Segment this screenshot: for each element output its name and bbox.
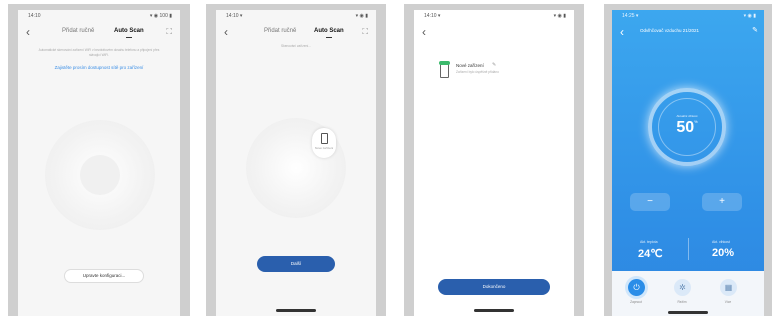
decrease-button[interactable]: − xyxy=(630,193,670,211)
back-icon[interactable]: ‹ xyxy=(26,24,30,40)
nav-bar: ‹ Přidat ručně Auto Scan ⛶ xyxy=(216,24,376,40)
scanning-subtitle: Skenování zařízení... xyxy=(281,44,311,48)
tab-manual-add[interactable]: Přidat ručně xyxy=(264,28,296,34)
success-check-icon xyxy=(439,61,450,65)
nav-bar: ‹ xyxy=(414,24,574,40)
next-button[interactable]: Další xyxy=(257,256,335,272)
network-availability-link[interactable]: Zajistěte prosím dostupnost sítě pro zař… xyxy=(30,65,168,70)
humidity-stat-label: Akt. vlhkost xyxy=(712,240,730,244)
scan-hint-text: Automatické skenování zařízení WiFi v be… xyxy=(38,48,160,57)
power-label: Zapnout xyxy=(630,300,642,304)
increase-button[interactable]: + xyxy=(702,193,742,211)
stats-divider xyxy=(688,238,689,260)
scan-radar xyxy=(45,120,155,230)
status-icons: ▾ ◉ 100 ▮ xyxy=(149,13,172,19)
device-status-text: Zařízení bylo úspěšně přidáno xyxy=(456,70,499,74)
mode-icon: ✲ xyxy=(679,283,686,292)
mode-label: Režim xyxy=(677,300,687,304)
device-name: Nové zařízení xyxy=(456,63,484,68)
status-icons: ▾ ◉ ▮ xyxy=(743,13,756,19)
status-bar: 14:10 ▾ ◉ 100 ▮ xyxy=(18,10,180,22)
status-bar: 14:25 ▾ ▾ ◉ ▮ xyxy=(612,10,764,22)
phone-panel-1: 14:10 ▾ ◉ 100 ▮ ‹ Přidat ručně Auto Scan… xyxy=(8,4,190,316)
screen-2: 14:10 ▾ ▾ ◉ ▮ ‹ Přidat ručně Auto Scan ⛶… xyxy=(216,10,376,316)
edit-configuration-button[interactable]: Upravte konfiguraci... xyxy=(64,269,144,283)
qr-scan-icon[interactable]: ⛶ xyxy=(362,27,368,37)
status-time: 14:10 ▾ xyxy=(226,13,243,19)
power-button[interactable]: ⏻ xyxy=(628,279,645,296)
added-device-row[interactable]: Nové zařízení ✎ Zařízení bylo úspěšně př… xyxy=(439,61,560,84)
back-icon[interactable]: ‹ xyxy=(422,24,426,40)
edit-icon[interactable]: ✎ xyxy=(752,26,758,34)
phone-panel-4: 14:25 ▾ ▾ ◉ ▮ ‹ Odvlhčovač vzduchu 21/20… xyxy=(604,4,772,316)
status-icons: ▾ ◉ ▮ xyxy=(553,13,566,19)
temperature-value: 24℃ xyxy=(638,248,663,260)
more-label: Více xyxy=(724,300,732,304)
tab-auto-scan[interactable]: Auto Scan xyxy=(314,28,344,38)
status-bar: 14:10 ▾ ▾ ◉ ▮ xyxy=(216,10,376,22)
status-time: 14:25 ▾ xyxy=(622,13,639,19)
humidity-unit: % xyxy=(694,119,698,124)
control-bar: ⏻ Zapnout ✲ Režim ▦ Více xyxy=(612,271,764,316)
temperature-label: Akt. teplota xyxy=(640,240,658,244)
home-indicator xyxy=(668,311,708,314)
home-indicator xyxy=(474,309,514,312)
back-icon[interactable]: ‹ xyxy=(620,24,624,40)
gauge-value-wrap: 50% xyxy=(652,119,722,137)
device-icon xyxy=(439,61,450,78)
device-icon xyxy=(321,133,328,144)
status-icons: ▾ ◉ ▮ xyxy=(355,13,368,19)
gauge-label: Aktuální vlhkost xyxy=(676,114,698,118)
more-button[interactable]: ▦ xyxy=(720,279,737,296)
phone-panel-2: 14:10 ▾ ▾ ◉ ▮ ‹ Přidat ručně Auto Scan ⛶… xyxy=(206,4,386,316)
power-icon: ⏻ xyxy=(633,283,640,292)
qr-scan-icon[interactable]: ⛶ xyxy=(166,27,172,37)
device-label: Nové zařízení xyxy=(314,146,334,150)
home-indicator xyxy=(276,309,316,312)
nav-bar: ‹ Odvlhčovač vzduchu 21/2021 ✎ xyxy=(612,24,764,40)
tab-manual-add[interactable]: Přidat ručně xyxy=(62,28,94,34)
back-icon[interactable]: ‹ xyxy=(224,24,228,40)
device-title: Odvlhčovač vzduchu 21/2021 xyxy=(640,28,700,33)
mode-button[interactable]: ✲ xyxy=(674,279,691,296)
humidity-stat-value: 20% xyxy=(712,247,735,259)
screen-4: 14:25 ▾ ▾ ◉ ▮ ‹ Odvlhčovač vzduchu 21/20… xyxy=(612,10,764,316)
edit-name-icon[interactable]: ✎ xyxy=(492,62,496,68)
screen-1: 14:10 ▾ ◉ 100 ▮ ‹ Přidat ručně Auto Scan… xyxy=(18,10,180,316)
status-time: 14:10 ▾ xyxy=(424,13,441,19)
status-bar: 14:10 ▾ ▾ ◉ ▮ xyxy=(414,10,574,22)
humidity-value: 50 xyxy=(676,119,695,136)
done-button[interactable]: Dokončeno xyxy=(438,279,550,295)
status-time: 14:10 xyxy=(28,13,41,19)
nav-bar: ‹ Přidat ručně Auto Scan ⛶ xyxy=(18,24,180,40)
tab-auto-scan[interactable]: Auto Scan xyxy=(114,28,144,38)
radar-center xyxy=(80,155,120,195)
found-device-badge[interactable]: Nové zařízení xyxy=(312,128,336,158)
phone-panel-3: 14:10 ▾ ▾ ◉ ▮ ‹ Nové zařízení ✎ Zařízení… xyxy=(404,4,584,316)
grid-icon: ▦ xyxy=(724,283,733,292)
screen-3: 14:10 ▾ ▾ ◉ ▮ ‹ Nové zařízení ✎ Zařízení… xyxy=(414,10,574,316)
humidity-gauge: Aktuální vlhkost 50% xyxy=(648,88,726,166)
